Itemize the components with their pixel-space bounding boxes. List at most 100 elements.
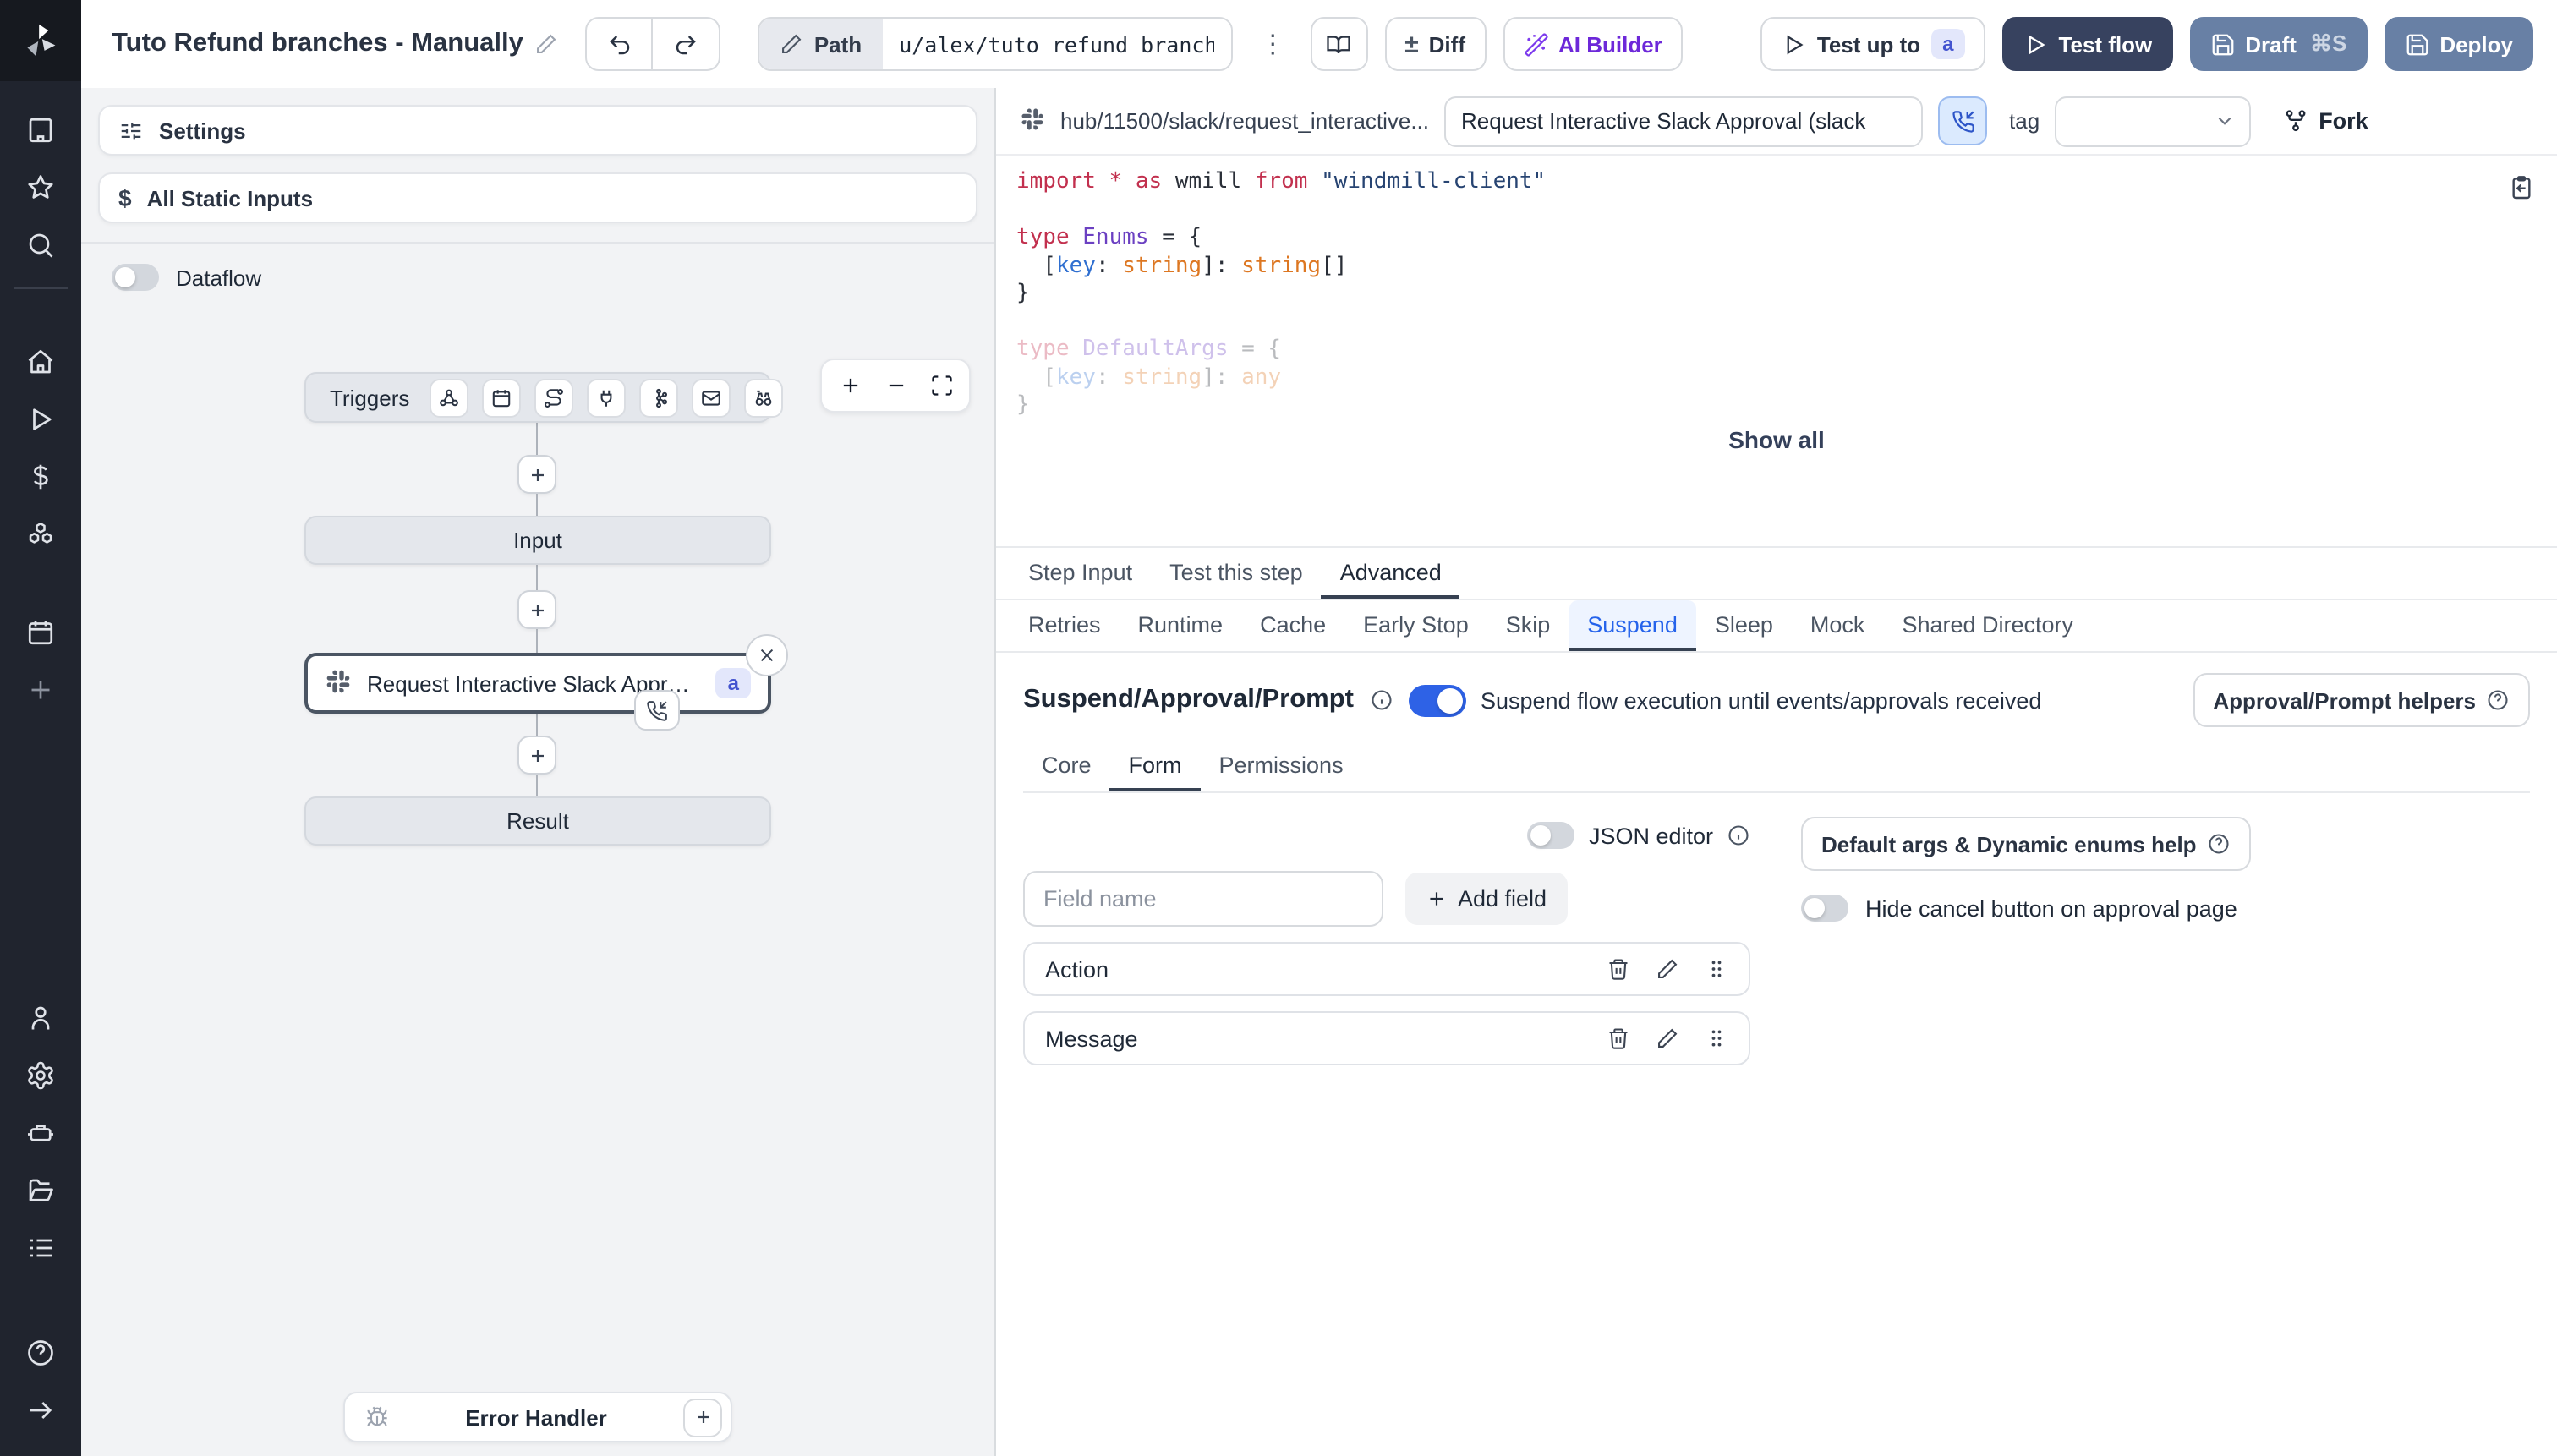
hide-cancel-toggle[interactable] <box>1801 895 1848 922</box>
info-icon[interactable] <box>1727 824 1750 847</box>
drag-grip-icon[interactable] <box>1705 957 1728 981</box>
settings-gear-icon[interactable] <box>10 1047 71 1104</box>
copy-code-button[interactable] <box>2508 174 2535 206</box>
code-editor[interactable]: import * as wmill from "windmill-client"… <box>996 156 2557 548</box>
info-icon[interactable] <box>1369 688 1393 712</box>
result-node[interactable]: Result <box>304 796 771 846</box>
schedules-calendar-icon[interactable] <box>10 604 71 661</box>
tab-permissions[interactable]: Permissions <box>1201 742 1362 791</box>
trash-icon[interactable] <box>1607 1026 1630 1050</box>
redo-button[interactable] <box>653 17 721 71</box>
windmill-logo[interactable] <box>0 0 81 81</box>
error-handler-node[interactable]: Error Handler <box>343 1392 732 1442</box>
runs-play-icon[interactable] <box>10 391 71 448</box>
field-name-input[interactable] <box>1023 871 1383 927</box>
edge-line <box>536 775 538 796</box>
websocket-trigger-icon[interactable] <box>587 378 627 417</box>
tab-suspend[interactable]: Suspend <box>1569 600 1696 651</box>
suspend-phone-badge[interactable] <box>634 690 680 731</box>
home-icon[interactable] <box>10 333 71 391</box>
tab-cache[interactable]: Cache <box>1241 600 1344 651</box>
logs-list-icon[interactable] <box>10 1219 71 1277</box>
play-icon <box>1788 34 1804 54</box>
tab-form[interactable]: Form <box>1109 742 1201 791</box>
deploy-button[interactable]: Deploy <box>2384 17 2533 71</box>
insert-step-button[interactable] <box>517 590 556 629</box>
test-up-to-button[interactable]: Test up to a <box>1760 17 1986 71</box>
help-circle-icon <box>2207 832 2231 856</box>
email-trigger-icon[interactable] <box>692 378 731 417</box>
docs-book-button[interactable] <box>1310 17 1368 71</box>
json-editor-toggle[interactable] <box>1527 822 1575 849</box>
form-field-row[interactable]: Message <box>1023 1011 1750 1065</box>
approval-prompt-helpers-button[interactable]: Approval/Prompt helpers <box>2193 673 2530 727</box>
favorites-star-icon[interactable] <box>10 159 71 216</box>
slack-approval-step-node[interactable]: Request Interactive Slack Approval (... … <box>304 634 788 731</box>
insert-step-button[interactable] <box>517 455 556 494</box>
step-title-input[interactable] <box>1444 96 1924 146</box>
result-node-label: Result <box>506 808 569 834</box>
ai-builder-button[interactable]: AI Builder <box>1503 17 1683 71</box>
tab-test-this-step[interactable]: Test this step <box>1151 548 1322 599</box>
tag-select[interactable] <box>2055 96 2252 146</box>
search-icon[interactable] <box>10 216 71 274</box>
kafka-trigger-icon[interactable] <box>639 378 679 417</box>
path-input[interactable] <box>882 19 1231 69</box>
remove-step-button[interactable] <box>746 634 788 676</box>
help-icon[interactable] <box>10 1324 71 1382</box>
edit-pencil-icon[interactable] <box>1656 1026 1679 1050</box>
left-rail <box>0 0 81 1456</box>
webhook-trigger-icon[interactable] <box>430 378 469 417</box>
undo-button[interactable] <box>585 17 654 71</box>
poll-trigger-icon[interactable] <box>744 378 784 417</box>
folders-icon[interactable] <box>10 1162 71 1219</box>
slack-icon <box>1020 106 1045 136</box>
default-args-help-button[interactable]: Default args & Dynamic enums help <box>1801 817 2251 871</box>
undo-redo-group <box>585 17 721 71</box>
tab-skip[interactable]: Skip <box>1487 600 1569 651</box>
add-error-handler-button[interactable] <box>683 1398 722 1437</box>
schedule-trigger-icon[interactable] <box>482 378 522 417</box>
tab-core[interactable]: Core <box>1023 742 1110 791</box>
suspend-enable-toggle[interactable] <box>1408 684 1465 716</box>
edit-pencil-icon[interactable] <box>1656 957 1679 981</box>
show-all-button[interactable]: Show all <box>1728 426 1825 453</box>
form-field-row[interactable]: Action <box>1023 942 1750 996</box>
expand-sidebar-arrow-icon[interactable] <box>10 1382 71 1439</box>
suspend-indicator-button[interactable] <box>1938 96 1988 145</box>
insert-step-button[interactable] <box>517 736 556 775</box>
resources-cubes-icon[interactable] <box>10 506 71 563</box>
trash-icon[interactable] <box>1607 957 1630 981</box>
test-flow-button[interactable]: Test flow <box>2002 17 2173 71</box>
workers-robot-icon[interactable] <box>10 1104 71 1162</box>
error-handler-label: Error Handler <box>465 1404 607 1430</box>
input-node[interactable]: Input <box>304 516 771 565</box>
diff-button[interactable]: ± Diff <box>1384 17 1486 71</box>
add-field-button[interactable]: Add field <box>1405 873 1568 925</box>
fork-button[interactable]: Fork <box>2283 108 2368 134</box>
tab-sleep[interactable]: Sleep <box>1696 600 1792 651</box>
tab-advanced[interactable]: Advanced <box>1321 548 1460 599</box>
edit-title-pencil-icon[interactable] <box>535 32 559 56</box>
tab-mock[interactable]: Mock <box>1792 600 1884 651</box>
user-icon[interactable] <box>10 989 71 1047</box>
triggers-node[interactable]: Triggers <box>304 372 784 423</box>
add-field-row: Add field <box>1023 871 1750 927</box>
drag-grip-icon[interactable] <box>1705 1026 1728 1050</box>
workspace-icon[interactable] <box>10 101 71 159</box>
tab-shared-directory[interactable]: Shared Directory <box>1883 600 2092 651</box>
app-root: Tuto Refund branches - Manually Path u/a… <box>0 0 2557 1456</box>
variables-dollar-icon[interactable] <box>10 448 71 506</box>
windmill-logo-icon <box>27 24 56 57</box>
tab-retries[interactable]: Retries <box>1010 600 1120 651</box>
suspend-header: Suspend/Approval/Prompt Suspend flow exe… <box>1023 673 2530 727</box>
more-options-button[interactable]: ⋮ <box>1256 29 1289 59</box>
tab-early-stop[interactable]: Early Stop <box>1344 600 1487 651</box>
hub-script-path[interactable]: hub/11500/slack/request_interactive... <box>1060 108 1429 134</box>
draft-button[interactable]: Draft ⌘S <box>2189 17 2368 71</box>
tab-runtime[interactable]: Runtime <box>1120 600 1242 651</box>
edge-line <box>536 494 538 516</box>
http-route-trigger-icon[interactable] <box>534 378 574 417</box>
add-plus-icon[interactable] <box>10 661 71 719</box>
tab-step-input[interactable]: Step Input <box>1010 548 1151 599</box>
